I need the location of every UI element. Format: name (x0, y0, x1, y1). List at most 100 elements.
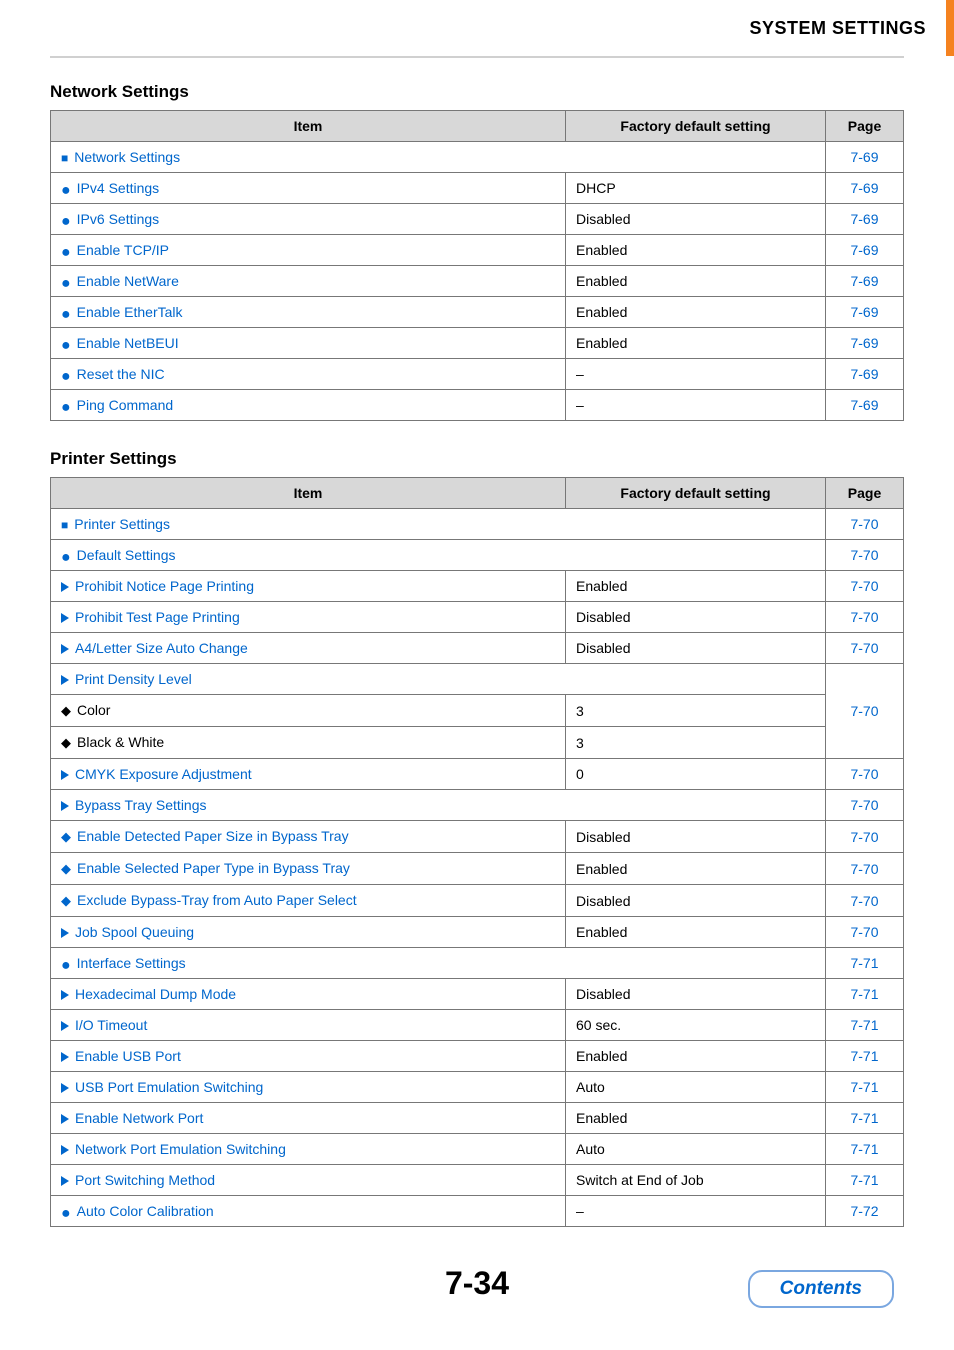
page-link[interactable]: 7-70 (826, 509, 904, 540)
page-link[interactable]: 7-69 (826, 359, 904, 390)
table-row: Enable USB PortEnabled7-71 (51, 1041, 904, 1072)
table-row: Job Spool QueuingEnabled7-70 (51, 917, 904, 948)
page-link[interactable]: 7-70 (826, 885, 904, 917)
table-row: ●Interface Settings7-71 (51, 948, 904, 979)
table-row: ◆Color3 (51, 695, 904, 727)
item-cell[interactable]: ●Interface Settings (51, 948, 826, 979)
default-cell: Enabled (566, 1041, 826, 1072)
table-row: ◆Black & White3 (51, 727, 904, 759)
page-link[interactable]: 7-69 (826, 266, 904, 297)
section-title-network: Network Settings (50, 82, 904, 102)
item-cell[interactable]: Bypass Tray Settings (51, 790, 826, 821)
page-link[interactable]: 7-70 (826, 917, 904, 948)
network-settings-table: Item Factory default setting Page ■Netwo… (50, 110, 904, 421)
page-link[interactable]: 7-70 (826, 540, 904, 571)
default-cell: Disabled (566, 821, 826, 853)
table-row: ●Auto Color Calibration–7-72 (51, 1196, 904, 1227)
item-cell[interactable]: ◆Enable Detected Paper Size in Bypass Tr… (51, 821, 566, 853)
item-cell[interactable]: ●Default Settings (51, 540, 826, 571)
page-link[interactable]: 7-69 (826, 235, 904, 266)
item-cell[interactable]: Port Switching Method (51, 1165, 566, 1196)
item-cell[interactable]: ●Ping Command (51, 390, 566, 421)
item-cell[interactable]: ■Network Settings (51, 142, 826, 173)
page-link[interactable]: 7-69 (826, 328, 904, 359)
page-link[interactable]: 7-70 (826, 602, 904, 633)
item-cell[interactable]: ■Printer Settings (51, 509, 826, 540)
page-link[interactable]: 7-70 (826, 821, 904, 853)
item-cell[interactable]: Network Port Emulation Switching (51, 1134, 566, 1165)
item-cell[interactable]: Enable USB Port (51, 1041, 566, 1072)
table-row: I/O Timeout60 sec.7-71 (51, 1010, 904, 1041)
item-cell[interactable]: ●Reset the NIC (51, 359, 566, 390)
page-link[interactable]: 7-71 (826, 1041, 904, 1072)
item-cell[interactable]: ◆Exclude Bypass-Tray from Auto Paper Sel… (51, 885, 566, 917)
item-cell[interactable]: I/O Timeout (51, 1010, 566, 1041)
item-cell[interactable]: ●IPv6 Settings (51, 204, 566, 235)
page-link[interactable]: 7-71 (826, 948, 904, 979)
default-cell: – (566, 1196, 826, 1227)
default-cell: Disabled (566, 204, 826, 235)
page-link[interactable]: 7-70 (826, 664, 904, 759)
default-cell: Switch at End of Job (566, 1165, 826, 1196)
item-cell[interactable]: ●IPv4 Settings (51, 173, 566, 204)
item-cell: ◆Black & White (51, 727, 566, 759)
page-link[interactable]: 7-71 (826, 1103, 904, 1134)
page-link[interactable]: 7-69 (826, 297, 904, 328)
table-row: Network Port Emulation SwitchingAuto7-71 (51, 1134, 904, 1165)
item-cell[interactable]: Prohibit Test Page Printing (51, 602, 566, 633)
page-link[interactable]: 7-71 (826, 1134, 904, 1165)
col-item: Item (51, 111, 566, 142)
item-cell[interactable]: CMYK Exposure Adjustment (51, 759, 566, 790)
page-link[interactable]: 7-72 (826, 1196, 904, 1227)
table-row: Bypass Tray Settings7-70 (51, 790, 904, 821)
table-row: ◆Exclude Bypass-Tray from Auto Paper Sel… (51, 885, 904, 917)
item-cell[interactable]: Prohibit Notice Page Printing (51, 571, 566, 602)
item-cell[interactable]: Print Density Level (51, 664, 826, 695)
item-cell[interactable]: A4/Letter Size Auto Change (51, 633, 566, 664)
item-cell[interactable]: ◆Enable Selected Paper Type in Bypass Tr… (51, 853, 566, 885)
default-cell: 60 sec. (566, 1010, 826, 1041)
page-link[interactable]: 7-71 (826, 1165, 904, 1196)
table-row: ●Ping Command–7-69 (51, 390, 904, 421)
contents-button[interactable]: Contents (748, 1270, 894, 1308)
page-link[interactable]: 7-69 (826, 142, 904, 173)
page-link[interactable]: 7-71 (826, 979, 904, 1010)
section-title-printer: Printer Settings (50, 449, 904, 469)
table-row: ●IPv4 SettingsDHCP7-69 (51, 173, 904, 204)
table-row: ●Reset the NIC–7-69 (51, 359, 904, 390)
page-link[interactable]: 7-69 (826, 390, 904, 421)
table-row: USB Port Emulation SwitchingAuto7-71 (51, 1072, 904, 1103)
table-row: Enable Network PortEnabled7-71 (51, 1103, 904, 1134)
page-link[interactable]: 7-70 (826, 633, 904, 664)
page-link[interactable]: 7-71 (826, 1010, 904, 1041)
item-cell[interactable]: Hexadecimal Dump Mode (51, 979, 566, 1010)
table-row: A4/Letter Size Auto ChangeDisabled7-70 (51, 633, 904, 664)
item-cell[interactable]: Job Spool Queuing (51, 917, 566, 948)
table-row: Port Switching MethodSwitch at End of Jo… (51, 1165, 904, 1196)
page-link[interactable]: 7-70 (826, 759, 904, 790)
item-cell[interactable]: ●Enable NetBEUI (51, 328, 566, 359)
default-cell: – (566, 390, 826, 421)
item-cell[interactable]: ●Enable NetWare (51, 266, 566, 297)
default-cell: 3 (566, 695, 826, 727)
page-link[interactable]: 7-70 (826, 853, 904, 885)
item-cell[interactable]: Enable Network Port (51, 1103, 566, 1134)
table-row: ◆Enable Detected Paper Size in Bypass Tr… (51, 821, 904, 853)
col-page: Page (826, 478, 904, 509)
item-cell[interactable]: ●Enable TCP/IP (51, 235, 566, 266)
page-link[interactable]: 7-69 (826, 173, 904, 204)
default-cell: Disabled (566, 633, 826, 664)
default-cell: Enabled (566, 1103, 826, 1134)
col-item: Item (51, 478, 566, 509)
page-link[interactable]: 7-71 (826, 1072, 904, 1103)
item-cell[interactable]: ●Auto Color Calibration (51, 1196, 566, 1227)
page-link[interactable]: 7-70 (826, 571, 904, 602)
page-link[interactable]: 7-69 (826, 204, 904, 235)
default-cell: – (566, 359, 826, 390)
table-row: ●Enable TCP/IPEnabled7-69 (51, 235, 904, 266)
item-cell[interactable]: ●Enable EtherTalk (51, 297, 566, 328)
table-row: ■Printer Settings7-70 (51, 509, 904, 540)
table-row: ●Enable NetWareEnabled7-69 (51, 266, 904, 297)
page-link[interactable]: 7-70 (826, 790, 904, 821)
item-cell[interactable]: USB Port Emulation Switching (51, 1072, 566, 1103)
